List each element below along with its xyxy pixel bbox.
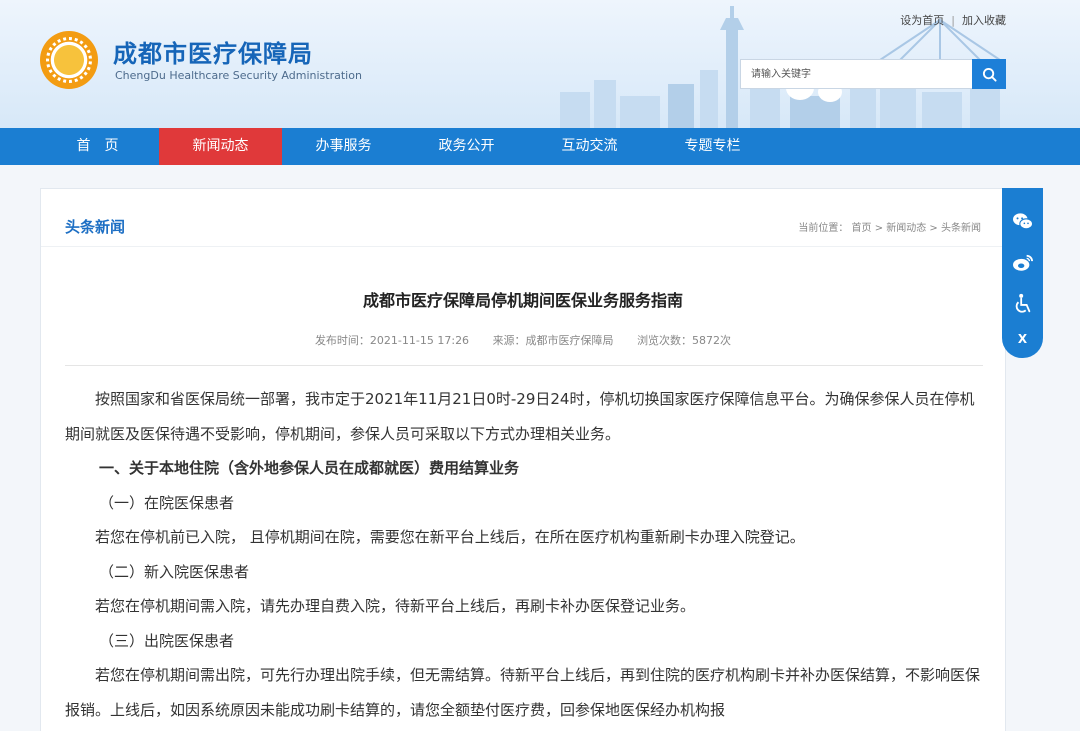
paragraph: 若您在停机前已入院， 且停机期间在院，需要您在新平台上线后，在所在医疗机构重新刷… bbox=[95, 528, 805, 546]
search-icon bbox=[982, 67, 997, 82]
paragraph-heading: 一、关于本地住院（含外地参保人员在成都就医）费用结算业务 bbox=[99, 459, 520, 477]
divider bbox=[65, 365, 983, 366]
share-sidebar: X bbox=[1002, 188, 1043, 358]
section-bar: 头条新闻 当前位置： 首页 > 新闻动态 > 头条新闻 bbox=[41, 189, 1005, 247]
article-meta: 发布时间：2021-11-15 17:26 来源：成都市医疗保障局 浏览次数：5… bbox=[41, 332, 1005, 348]
wechat-icon bbox=[1012, 213, 1033, 230]
paragraph-subheading: （一）在院医保患者 bbox=[99, 493, 235, 512]
paragraph: 若您在停机期间需入院，请先办理自费入院，待新平台上线后，再刷卡补办医保登记业务。 bbox=[95, 597, 696, 615]
breadcrumb[interactable]: 当前位置： 首页 > 新闻动态 > 头条新闻 bbox=[798, 219, 981, 234]
article-body: 按照国家和省医保局统一部署，我市定于2021年11月21日0时-29日24时，停… bbox=[65, 382, 983, 727]
paragraph: 若您在停机期间需出院，可先行办理出院手续，但无需结算。待新平台上线后，再到住院的… bbox=[65, 666, 981, 719]
site-title: 成都市医疗保障局 bbox=[113, 40, 313, 68]
article-card: 头条新闻 当前位置： 首页 > 新闻动态 > 头条新闻 成都市医疗保障局停机期间… bbox=[40, 188, 1006, 731]
search-input[interactable] bbox=[740, 59, 972, 89]
view-count: 浏览次数：5872次 bbox=[637, 334, 732, 347]
sidebar-close-button[interactable]: X bbox=[1002, 322, 1043, 356]
nav-news[interactable]: 新闻动态 bbox=[159, 128, 282, 165]
main-nav: 首 页 新闻动态 办事服务 政务公开 互动交流 专题专栏 bbox=[0, 128, 1080, 165]
add-favorite-link[interactable]: 加入收藏 bbox=[962, 12, 1006, 28]
logo-emblem bbox=[40, 31, 98, 89]
wechat-button[interactable] bbox=[1002, 205, 1043, 239]
accessibility-button[interactable] bbox=[1002, 287, 1043, 321]
site-subtitle: ChengDu Healthcare Security Administrati… bbox=[115, 69, 362, 82]
article-source: 来源：成都市医疗保障局 bbox=[492, 334, 614, 347]
nav-interaction[interactable]: 互动交流 bbox=[528, 128, 651, 165]
paragraph-subheading: （三）出院医保患者 bbox=[99, 631, 235, 650]
section-title: 头条新闻 bbox=[65, 218, 126, 236]
paragraph: 按照国家和省医保局统一部署，我市定于2021年11月21日0时-29日24时，停… bbox=[65, 390, 975, 443]
weibo-icon bbox=[1012, 254, 1033, 271]
weibo-button[interactable] bbox=[1002, 246, 1043, 280]
set-homepage-link[interactable]: 设为首页 bbox=[900, 12, 944, 28]
nav-government-info[interactable]: 政务公开 bbox=[405, 128, 528, 165]
wheelchair-icon bbox=[1015, 293, 1030, 313]
paragraph-subheading: （二）新入院医保患者 bbox=[99, 562, 250, 581]
nav-special-topics[interactable]: 专题专栏 bbox=[651, 128, 774, 165]
site-header: 成都市医疗保障局 ChengDu Healthcare Security Adm… bbox=[0, 0, 1080, 128]
nav-services[interactable]: 办事服务 bbox=[282, 128, 405, 165]
nav-home[interactable]: 首 页 bbox=[36, 128, 159, 165]
search-box bbox=[740, 59, 1006, 89]
publish-time: 发布时间：2021-11-15 17:26 bbox=[314, 334, 470, 347]
article-title: 成都市医疗保障局停机期间医保业务服务指南 bbox=[362, 291, 683, 310]
search-button[interactable] bbox=[972, 59, 1006, 89]
top-links: 设为首页 | 加入收藏 bbox=[900, 12, 1006, 28]
